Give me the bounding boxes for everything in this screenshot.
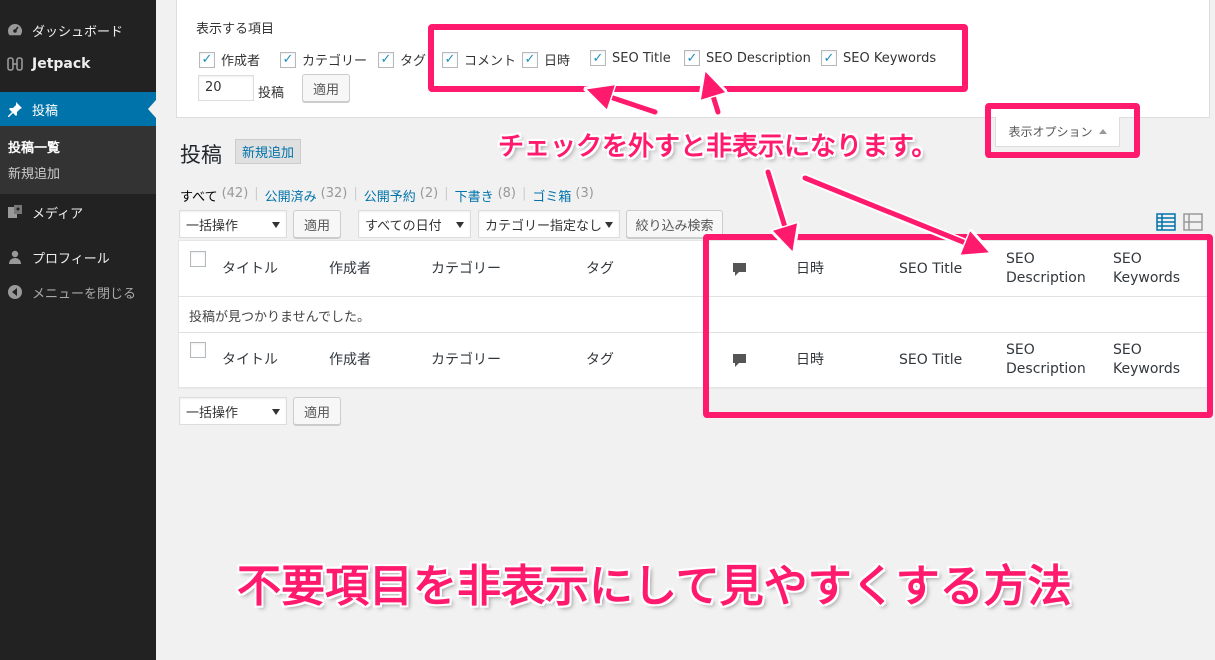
- category-filter-value: カテゴリー指定なし: [485, 218, 603, 234]
- column-footer-tags: タグ: [586, 352, 614, 368]
- banner-title: 不要項目を非表示にして見やすくする方法: [237, 561, 1072, 612]
- status-count: (32): [320, 186, 348, 201]
- status-link-all[interactable]: すべて: [180, 186, 218, 205]
- menu-label-media: メディア: [32, 206, 84, 222]
- status-link-trash[interactable]: ゴミ箱: [532, 186, 571, 205]
- checkbox-checked-icon: ✓: [199, 51, 215, 68]
- menu-label-jetpack: Jetpack: [32, 56, 91, 72]
- column-header-title[interactable]: タイトル: [222, 260, 278, 279]
- status-count: (3): [575, 186, 594, 201]
- date-filter-value: すべての日付: [365, 218, 442, 234]
- dashboard-icon: [6, 21, 24, 39]
- collapse-icon: [6, 283, 24, 301]
- media-icon: [6, 203, 24, 221]
- screen-options-apply-button[interactable]: 適用: [302, 74, 350, 102]
- status-link-scheduled[interactable]: 公開予約: [364, 186, 416, 205]
- column-toggle-label: タグ: [400, 54, 427, 69]
- bulk-apply-button-bottom[interactable]: 適用: [293, 397, 341, 425]
- add-new-button[interactable]: 新規追加: [235, 139, 302, 164]
- column-toggle-author[interactable]: ✓ 作成者: [199, 50, 260, 69]
- menu-item-posts[interactable]: 投稿: [0, 92, 156, 126]
- status-link-published[interactable]: 公開済み: [265, 186, 317, 205]
- menu-label-dashboard: ダッシュボード: [32, 24, 124, 40]
- menu-label-profile: プロフィール: [32, 251, 110, 267]
- column-header-author: 作成者: [329, 261, 371, 277]
- collapse-menu-label: メニューを閉じる: [32, 286, 137, 302]
- arrow-to-date-column: [765, 169, 789, 240]
- bulk-action-value: 一括操作: [186, 218, 239, 234]
- menu-label-posts: 投稿: [32, 103, 59, 119]
- status-count: (42): [221, 186, 249, 201]
- chevron-down-icon: [272, 409, 280, 415]
- category-filter-select[interactable]: カテゴリー指定なし: [478, 210, 620, 238]
- highlight-box-screen-options: [985, 103, 1140, 158]
- column-footer-category: カテゴリー: [431, 352, 501, 368]
- submenu-all-posts[interactable]: 投稿一覧: [8, 137, 60, 156]
- column-footer-title[interactable]: タイトル: [222, 351, 278, 370]
- bulk-action-select-bottom[interactable]: 一括操作: [179, 397, 287, 425]
- chevron-down-icon: [456, 222, 464, 228]
- column-footer-author: 作成者: [329, 352, 371, 368]
- pin-icon: [6, 100, 24, 118]
- bulk-action-value: 一括操作: [186, 405, 239, 421]
- date-filter-select[interactable]: すべての日付: [358, 210, 471, 238]
- column-toggle-label: 作成者: [221, 54, 261, 69]
- posts-submenu: 投稿一覧 新規追加: [0, 126, 156, 194]
- column-toggle-label: カテゴリー: [302, 54, 368, 69]
- column-header-tags: タグ: [586, 261, 614, 277]
- select-all-checkbox[interactable]: [190, 251, 206, 267]
- bulk-action-select[interactable]: 一括操作: [179, 210, 287, 238]
- no-posts-message: 投稿が見つかりませんでした。: [189, 310, 370, 325]
- menu-item-media[interactable]: メディア: [0, 200, 156, 224]
- menu-item-dashboard[interactable]: ダッシュボード: [0, 18, 156, 42]
- excerpt-view-icon[interactable]: [1183, 212, 1203, 232]
- admin-sidebar: ダッシュボード Jetpack 投稿 投稿一覧 新規追加 メディア プロフィール…: [0, 0, 156, 660]
- page-title: 投稿: [180, 143, 222, 167]
- highlight-box-table-columns: [703, 234, 1213, 418]
- column-header-category: カテゴリー: [431, 261, 501, 277]
- status-count: (2): [419, 186, 439, 201]
- collapse-menu-button[interactable]: メニューを閉じる: [0, 280, 156, 304]
- posts-per-page-label: 投稿: [258, 86, 285, 101]
- callout-text: チェックを外すと非表示になります。: [498, 132, 938, 162]
- status-link-drafts[interactable]: 下書き: [455, 186, 494, 205]
- jetpack-icon: [6, 55, 24, 73]
- separator: |: [522, 186, 527, 201]
- column-toggle-tags[interactable]: ✓ タグ: [378, 50, 426, 69]
- list-view-icon[interactable]: [1156, 212, 1176, 232]
- chevron-down-icon: [605, 222, 613, 228]
- column-toggle-category[interactable]: ✓ カテゴリー: [280, 50, 367, 69]
- user-icon: [6, 248, 24, 266]
- screen-options-title: 表示する項目: [196, 22, 275, 37]
- status-count: (8): [497, 186, 517, 201]
- menu-item-profile[interactable]: プロフィール: [0, 245, 156, 269]
- bulk-apply-button[interactable]: 適用: [293, 210, 341, 238]
- posts-per-page-input[interactable]: 20: [198, 75, 254, 101]
- highlight-box-column-toggles: [428, 24, 968, 92]
- menu-item-jetpack[interactable]: Jetpack: [0, 52, 156, 76]
- checkbox-checked-icon: ✓: [378, 51, 394, 68]
- separator: |: [444, 186, 449, 201]
- submenu-add-new[interactable]: 新規追加: [8, 163, 60, 182]
- chevron-down-icon: [272, 222, 280, 228]
- separator: |: [254, 186, 259, 201]
- status-filter-links: すべて (42) | 公開済み (32) | 公開予約 (2) | 下書き (8…: [180, 186, 594, 205]
- checkbox-checked-icon: ✓: [280, 51, 296, 68]
- select-all-checkbox-footer[interactable]: [190, 342, 206, 358]
- separator: |: [353, 186, 358, 201]
